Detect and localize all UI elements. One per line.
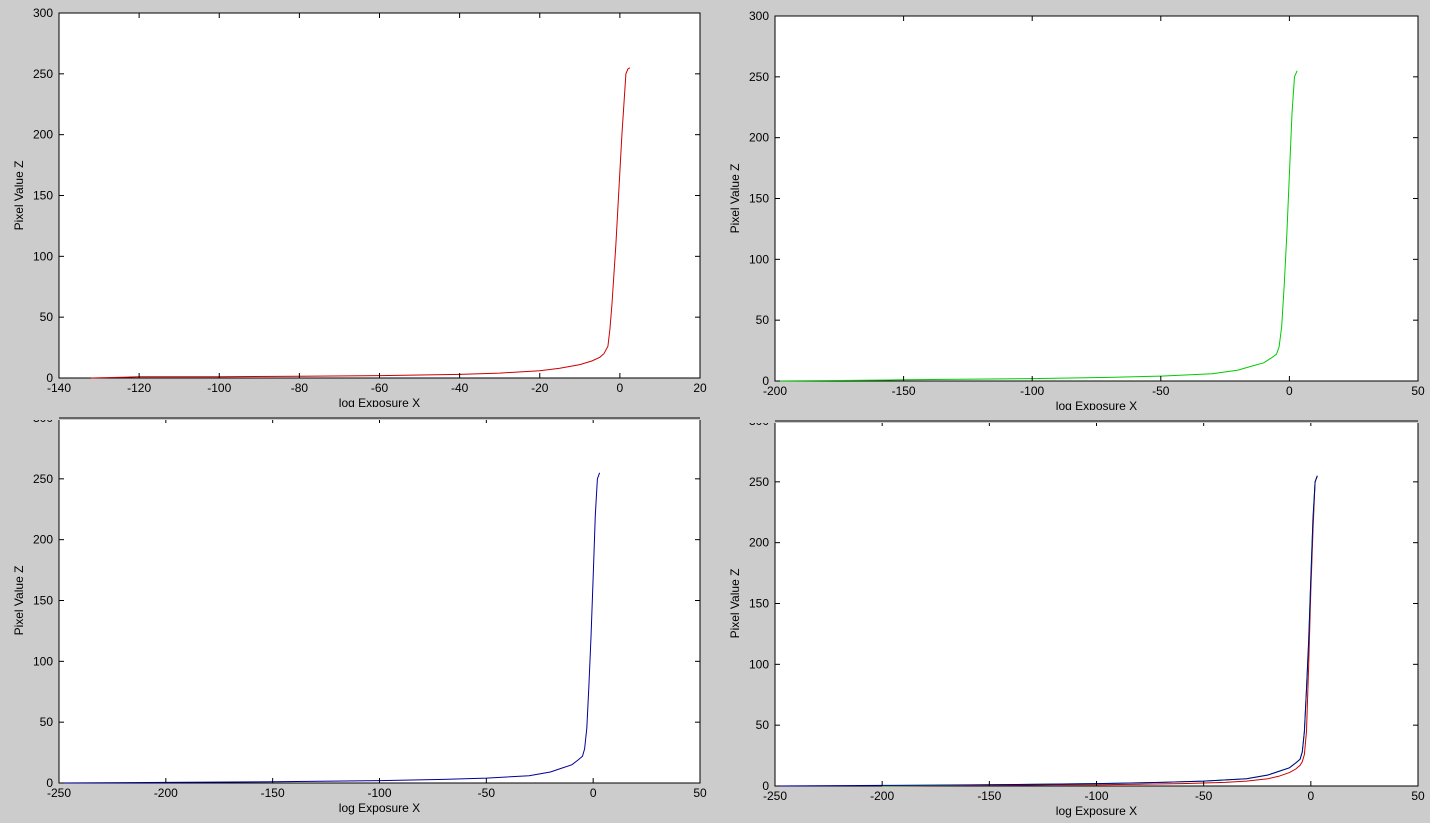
- x-axis-label: log Exposure X: [1056, 804, 1137, 818]
- y-tick-label: 200: [33, 533, 53, 547]
- figure: -140 -120 -100 -80 -60 -40 -20 0 200501001502002…: [0, 6, 1430, 818]
- y-tick-label: 300: [33, 6, 53, 20]
- y-tick-label: 50: [756, 313, 770, 327]
- y-tick-label: 200: [33, 128, 53, 142]
- y-tick-label: 250: [33, 67, 53, 81]
- y-tick-label: 100: [33, 654, 53, 668]
- x-tick-label: 0: [590, 786, 597, 800]
- x-tick-label: 50: [1411, 789, 1425, 803]
- x-tick-label: 0: [617, 381, 624, 395]
- chart-panel-1: -140 -120 -100 -80 -60 -40 -20 0 200501001502002…: [12, 6, 707, 410]
- y-tick-label: 100: [749, 657, 769, 671]
- plot-area: [774, 420, 1419, 787]
- y-tick-label: 250: [749, 70, 769, 84]
- y-tick-label: 50: [40, 715, 54, 729]
- y-tick-label: 250: [749, 475, 769, 489]
- x-axis-label: log Exposure X: [339, 801, 420, 815]
- chart-panel-4: -250-200-150-100-50050050100150200250300…: [728, 414, 1425, 818]
- y-tick-label: 250: [33, 472, 53, 486]
- x-tick-label: 50: [1411, 384, 1425, 398]
- x-tick-label: -50: [478, 786, 496, 800]
- x-tick-label: -150: [261, 786, 285, 800]
- x-tick-label: -20: [531, 381, 549, 395]
- y-tick-label: 150: [749, 192, 769, 206]
- y-axis-label: Pixel Value Z: [12, 161, 26, 231]
- y-tick-label: 0: [46, 776, 53, 790]
- y-tick-label: 150: [33, 594, 53, 608]
- x-tick-label: -100: [1020, 384, 1044, 398]
- plot-area: [58, 417, 701, 784]
- y-tick-label: 100: [33, 249, 53, 263]
- plot-area: [774, 15, 1419, 382]
- y-axis-label: Pixel Value Z: [12, 566, 26, 636]
- y-tick-label: 200: [749, 536, 769, 550]
- x-tick-label: -150: [977, 789, 1001, 803]
- y-tick-label: 100: [749, 252, 769, 266]
- x-tick-label: -80: [291, 381, 309, 395]
- x-tick-label: -50: [1152, 384, 1170, 398]
- x-tick-label: 0: [1286, 384, 1293, 398]
- x-tick-label: -200: [154, 786, 178, 800]
- y-tick-label: 0: [762, 374, 769, 388]
- x-tick-label: -60: [371, 381, 389, 395]
- chart-panel-2: -200 -150 -100 -50 0 50050100150200250300log …: [728, 9, 1425, 413]
- y-tick-label: 150: [33, 189, 53, 203]
- x-tick-label: -150: [892, 384, 916, 398]
- x-tick-label: -100: [207, 381, 231, 395]
- x-tick-label: -100: [367, 786, 391, 800]
- x-tick-label: -200: [870, 789, 894, 803]
- x-tick-label: -50: [1195, 789, 1213, 803]
- y-tick-label: 300: [749, 9, 769, 23]
- plot-area: [58, 12, 701, 379]
- x-tick-label: 20: [693, 381, 707, 395]
- y-tick-label: 50: [756, 718, 770, 732]
- y-axis-label: Pixel Value Z: [728, 569, 742, 639]
- chart-panel-3: -250-200-150-100-50050050100150200250300…: [12, 411, 707, 815]
- x-tick-label: 50: [693, 786, 707, 800]
- y-axis-label: Pixel Value Z: [728, 164, 742, 234]
- x-tick-label: -100: [1084, 789, 1108, 803]
- x-tick-label: -40: [451, 381, 469, 395]
- y-tick-label: 0: [762, 779, 769, 793]
- y-tick-label: 150: [749, 597, 769, 611]
- y-tick-label: 50: [40, 310, 54, 324]
- y-tick-label: 0: [46, 371, 53, 385]
- x-tick-label: 0: [1307, 789, 1314, 803]
- x-tick-label: -120: [127, 381, 151, 395]
- y-tick-label: 200: [749, 131, 769, 145]
